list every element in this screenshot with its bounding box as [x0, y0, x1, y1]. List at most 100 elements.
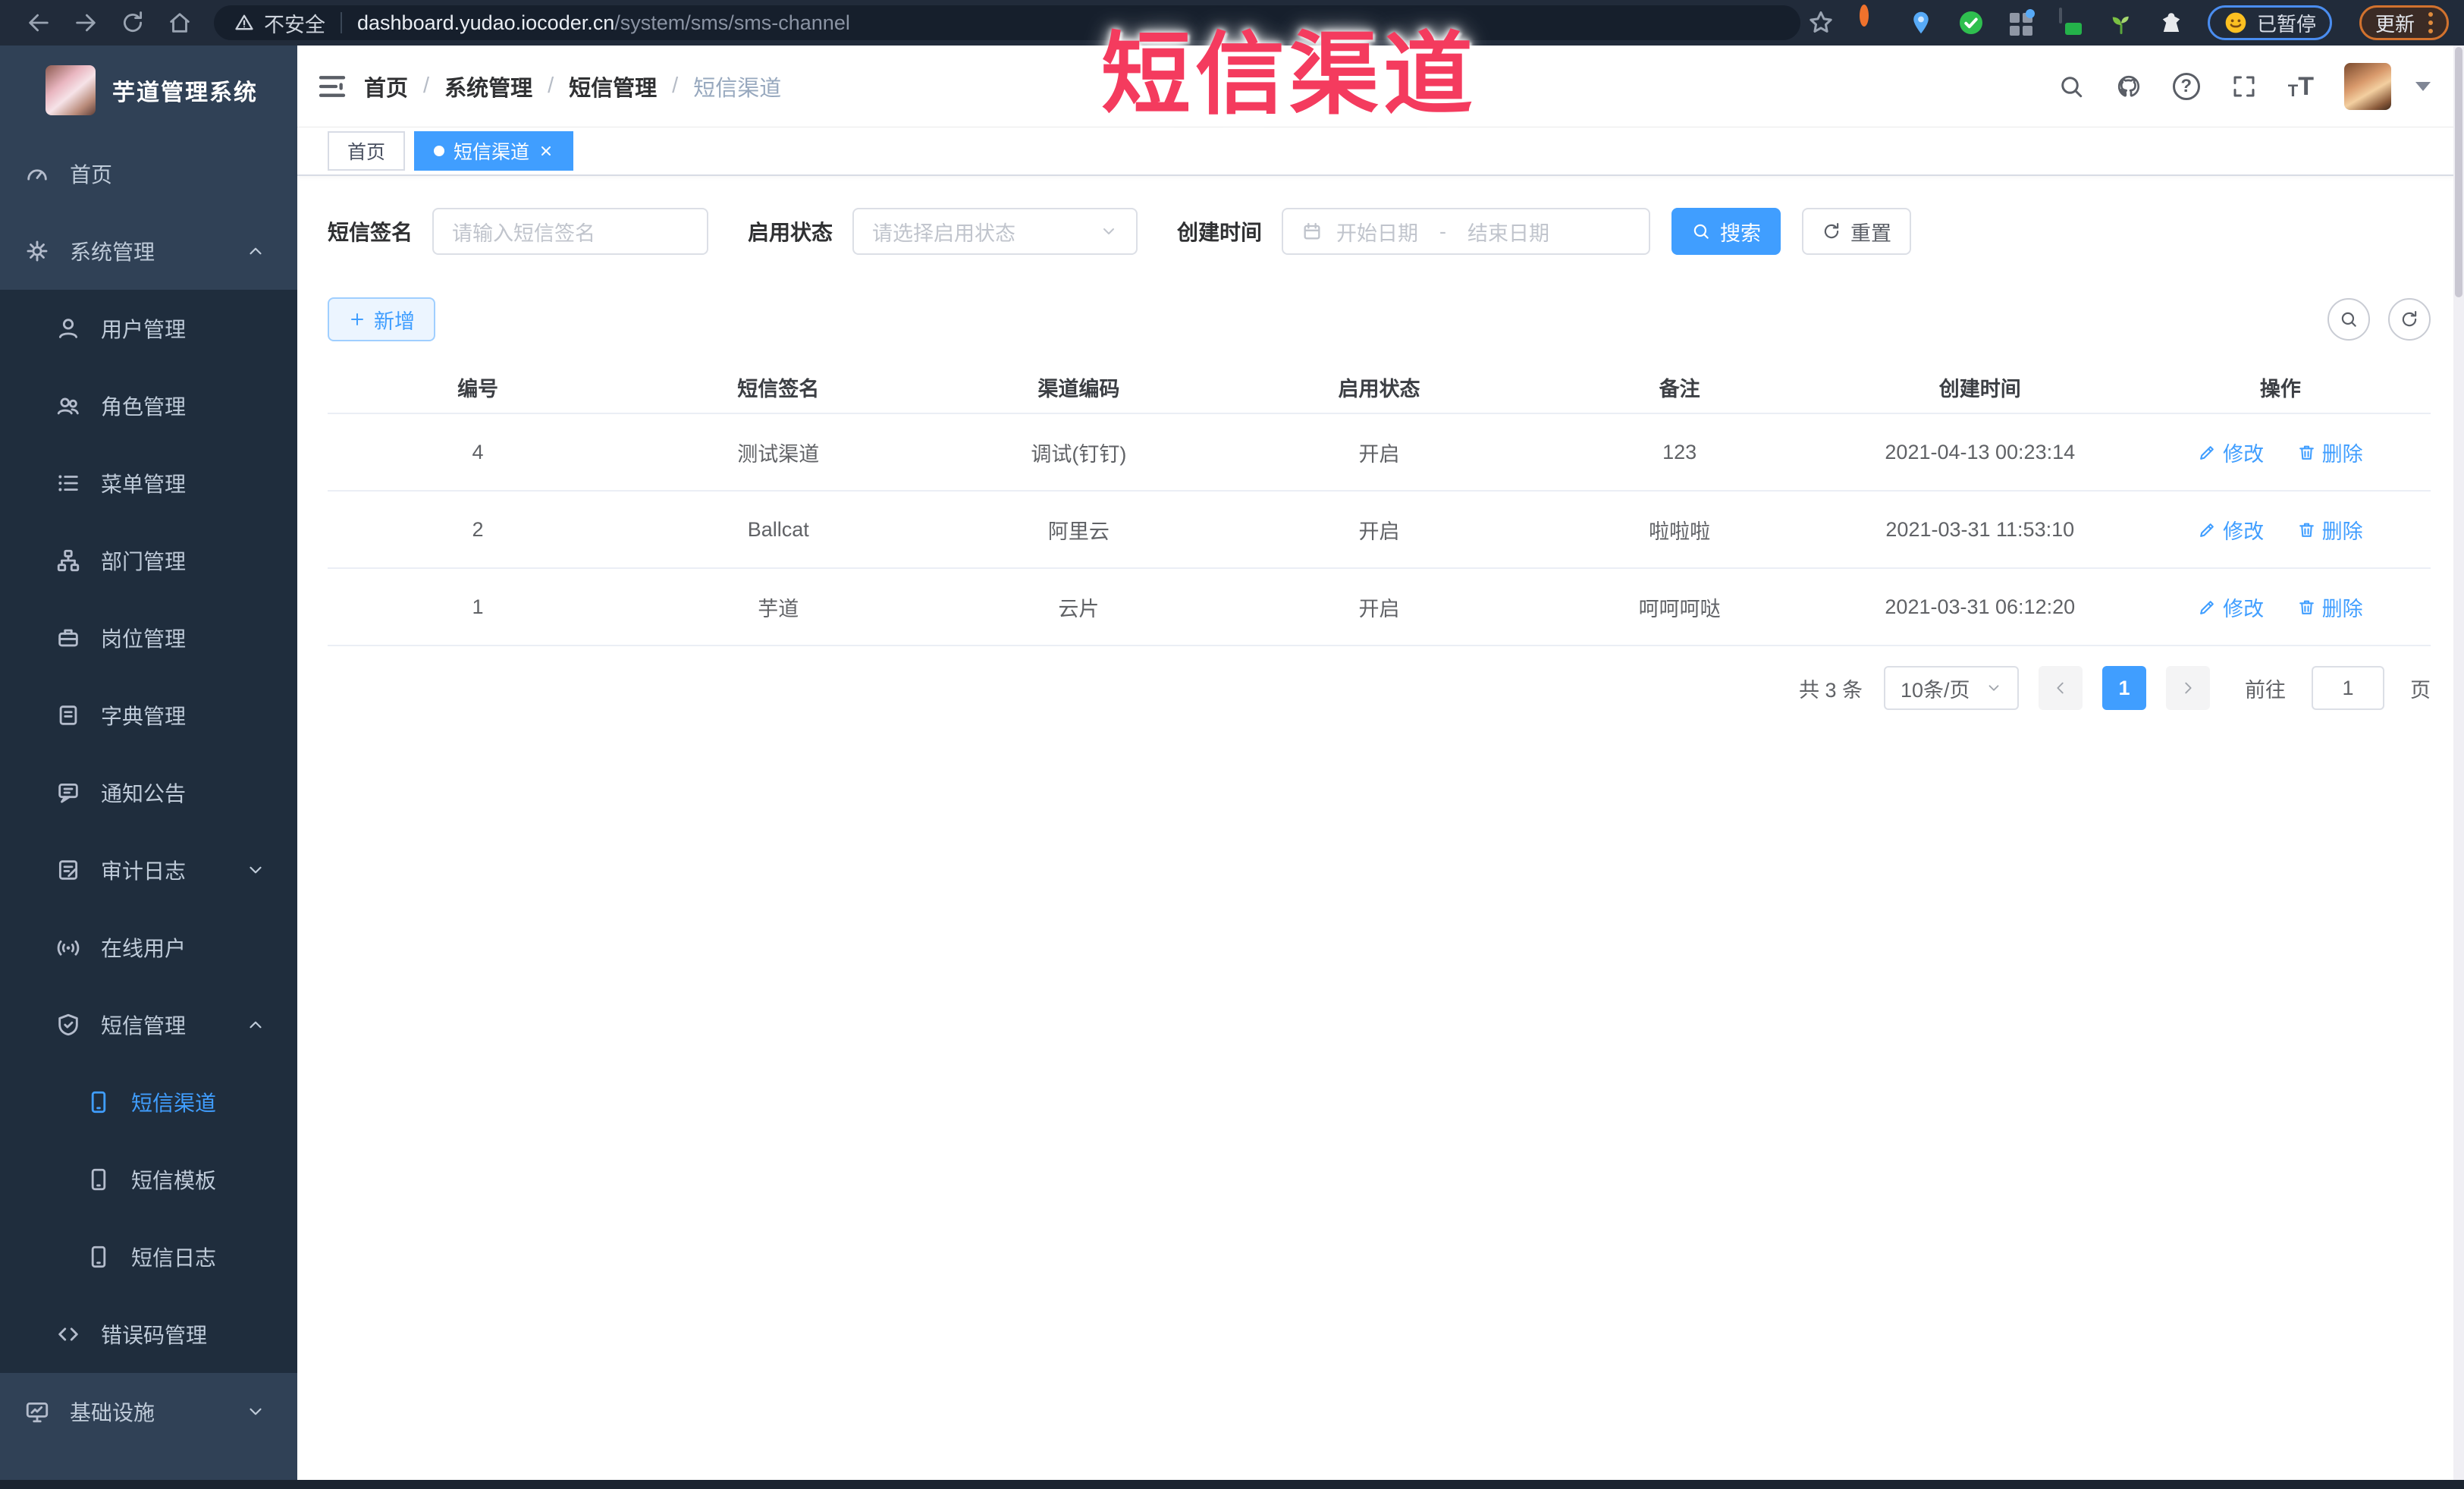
page-size-select[interactable]: 10条/页 — [1884, 666, 2019, 710]
sidebar-item-audit-log[interactable]: 审计日志 — [0, 831, 297, 909]
add-button[interactable]: 新增 — [328, 297, 435, 341]
edit-link[interactable]: 修改 — [2198, 515, 2264, 545]
breadcrumb-current: 短信渠道 — [693, 76, 782, 101]
sidebar-item-sms-channel[interactable]: 短信渠道 — [0, 1063, 297, 1141]
sidebar-item-home[interactable]: 首页 — [0, 135, 297, 212]
status-select[interactable]: 请选择启用状态 — [852, 208, 1138, 255]
close-icon[interactable] — [538, 143, 554, 159]
browser-scrollbar[interactable] — [2453, 46, 2464, 1480]
status-label: 启用状态 — [748, 221, 833, 244]
trash-icon — [2299, 523, 2314, 537]
sidebar-item-error-codes[interactable]: 错误码管理 — [0, 1296, 297, 1373]
tab-home[interactable]: 首页 — [328, 131, 406, 171]
refresh-table-button[interactable] — [2388, 298, 2431, 341]
edit-link[interactable]: 修改 — [2198, 438, 2264, 467]
sidebar-item-sms-template[interactable]: 短信模板 — [0, 1141, 297, 1218]
tab-sms-channel[interactable]: 短信渠道 — [414, 131, 574, 171]
current-page-button[interactable]: 1 — [2102, 666, 2146, 710]
calendar-icon — [1304, 222, 1320, 240]
date-range-picker[interactable]: 开始日期 - 结束日期 — [1282, 208, 1651, 255]
toggle-search-button[interactable] — [2327, 298, 2370, 341]
page-unit-label: 页 — [2410, 678, 2431, 702]
hamburger-icon[interactable] — [317, 71, 347, 102]
breadcrumb-system[interactable]: 系统管理 — [444, 71, 532, 102]
font-size-icon[interactable]: TT — [2288, 74, 2314, 99]
sidebar-logo[interactable]: 芋道管理系统 — [0, 46, 297, 135]
time-label: 创建时间 — [1177, 221, 1263, 244]
sidebar-item-online-users[interactable]: 在线用户 — [0, 909, 297, 986]
extension-check-icon[interactable] — [1957, 9, 1985, 36]
signal-icon — [55, 935, 81, 960]
address-bar[interactable]: 不安全 dashboard.yudao.iocoder.cn/system/sm… — [214, 5, 1800, 40]
fullscreen-icon[interactable] — [2230, 73, 2258, 100]
edit-icon — [2200, 445, 2214, 460]
reload-icon[interactable] — [120, 10, 146, 36]
phone-icon — [86, 1167, 111, 1192]
bookmark-star-icon[interactable] — [1807, 9, 1835, 36]
profile-paused-badge[interactable]: 已暂停 — [2207, 5, 2332, 40]
extension-pin-icon[interactable] — [1907, 9, 1935, 36]
search-button[interactable]: 搜索 — [1671, 208, 1781, 255]
sidebar-item-infrastructure[interactable]: 基础设施 — [0, 1373, 297, 1450]
book-icon — [55, 702, 81, 728]
app-header: 首页 / 系统管理 / 短信管理 / 短信渠道 ? T T — [297, 46, 2464, 127]
end-date-placeholder: 结束日期 — [1467, 221, 1550, 245]
sidebar-item-sms[interactable]: 短信管理 — [0, 986, 297, 1063]
window-bottom-edge — [0, 1480, 2464, 1489]
sidebar-item-roles[interactable]: 角色管理 — [0, 367, 297, 445]
breadcrumb-home[interactable]: 首页 — [364, 71, 408, 102]
chevron-down-icon — [1103, 228, 1115, 234]
sign-input[interactable]: 请输入短信签名 — [432, 208, 709, 255]
total-count: 共 3 条 — [1798, 678, 1863, 702]
url-path: /system/sms/sms-channel — [614, 11, 850, 34]
home-icon[interactable] — [167, 10, 193, 36]
message-bubble-icon — [55, 780, 81, 806]
avatar[interactable] — [2344, 62, 2391, 110]
plus-icon — [351, 313, 363, 325]
audit-log-icon — [55, 857, 81, 883]
search-icon[interactable] — [2058, 73, 2085, 100]
sidebar-item-sms-log[interactable]: 短信日志 — [0, 1218, 297, 1296]
delete-link[interactable]: 删除 — [2297, 592, 2363, 622]
back-icon[interactable] — [26, 10, 52, 36]
extension-meeple-icon[interactable] — [2158, 9, 2185, 36]
avatar-caret-icon[interactable] — [2415, 81, 2431, 91]
browser-extensions-area: 已暂停 更新 — [1807, 5, 2449, 40]
help-icon[interactable]: ? — [2172, 72, 2200, 100]
chevron-down-icon — [246, 1402, 265, 1421]
edit-link[interactable]: 修改 — [2198, 592, 2264, 622]
trash-icon — [2299, 600, 2314, 614]
browser-menu-icon[interactable] — [2428, 12, 2433, 33]
extension-orange-ring-icon[interactable] — [1857, 5, 1885, 36]
sidebar-item-departments[interactable]: 部门管理 — [0, 522, 297, 599]
goto-label: 前往 — [2245, 678, 2286, 702]
users-icon — [55, 393, 81, 419]
goto-page-input[interactable]: 1 — [2312, 666, 2384, 710]
sms-channel-table: 编号 短信签名 渠道编码 启用状态 备注 创建时间 操作 4 测试渠道 调试(钉… — [328, 361, 2431, 646]
reset-button[interactable]: 重置 — [1802, 208, 1912, 255]
start-date-placeholder: 开始日期 — [1336, 221, 1419, 245]
sidebar-item-menus[interactable]: 菜单管理 — [0, 445, 297, 522]
extension-sprout-icon[interactable] — [2108, 9, 2135, 36]
github-icon[interactable] — [2115, 73, 2142, 100]
next-page-button[interactable] — [2166, 666, 2210, 710]
sidebar-item-dict[interactable]: 字典管理 — [0, 677, 297, 754]
delete-link[interactable]: 删除 — [2297, 438, 2363, 467]
table-row: 4 测试渠道 调试(钉钉) 开启 123 2021-04-13 00:23:14… — [328, 413, 2431, 492]
extension-grid-icon[interactable] — [2007, 9, 2035, 36]
pagination: 共 3 条 10条/页 1 前往 1 页 — [328, 666, 2431, 710]
prev-page-button[interactable] — [2039, 666, 2083, 710]
scrollbar-thumb[interactable] — [2455, 47, 2462, 297]
chevron-right-icon — [2185, 682, 2192, 694]
sidebar-item-posts[interactable]: 岗位管理 — [0, 599, 297, 677]
page-content: 短信签名 请输入短信签名 启用状态 请选择启用状态 创建时间 开始日期 - 结束… — [297, 176, 2464, 1489]
extension-on-badge-icon[interactable] — [2058, 8, 2085, 36]
sidebar-item-notice[interactable]: 通知公告 — [0, 754, 297, 831]
delete-link[interactable]: 删除 — [2297, 515, 2363, 545]
sidebar-item-system[interactable]: 系统管理 — [0, 212, 297, 290]
breadcrumb-sms[interactable]: 短信管理 — [569, 71, 657, 102]
forward-icon[interactable] — [73, 10, 99, 36]
sidebar-item-users[interactable]: 用户管理 — [0, 290, 297, 367]
chevron-down-icon — [1988, 685, 1999, 691]
browser-update-button[interactable]: 更新 — [2359, 5, 2449, 40]
